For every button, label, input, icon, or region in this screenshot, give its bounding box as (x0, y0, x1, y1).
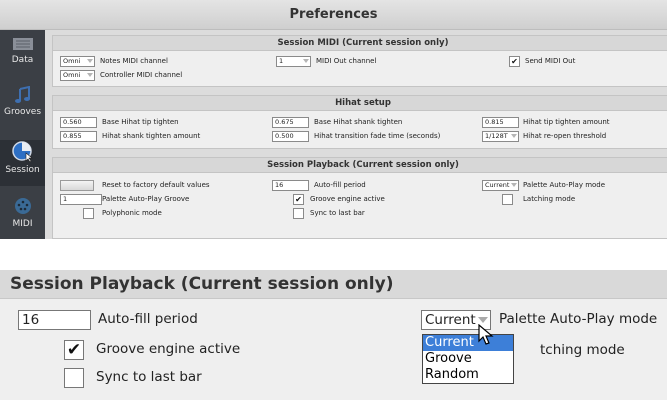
base-hihat-tip-input[interactable]: 0.560 (60, 117, 97, 128)
groove-engine-active-label: Groove engine active (310, 195, 385, 203)
zoom-auto-fill-period-label: Auto-fill period (98, 311, 198, 327)
zoom-latching-row: tching mode (540, 341, 660, 363)
select-value: 1 (279, 57, 284, 65)
auto-fill-period-label: Auto-fill period (314, 181, 366, 189)
zoom-latching-label: tching mode (540, 342, 625, 358)
zoom-autoplay-mode-row: Current Palette Auto-Play mode (421, 310, 666, 332)
notes-midi-channel-label: Notes MIDI channel (100, 57, 168, 65)
polyphonic-mode-checkbox[interactable] (83, 208, 94, 219)
zoom-sync-label: Sync to last bar (96, 369, 202, 385)
base-hihat-shank-input[interactable]: 0.675 (272, 117, 309, 128)
midi-port-icon (14, 198, 31, 214)
sidebar-item-midi[interactable]: MIDI (0, 196, 45, 239)
palette-autoplay-groove-label: Palette Auto-Play Groove (102, 195, 190, 203)
controller-midi-channel-select[interactable]: Omni (60, 70, 95, 81)
latching-mode-label: Latching mode (523, 195, 576, 203)
mouse-cursor-icon (478, 324, 494, 345)
zoom-sync-checkbox[interactable] (64, 368, 84, 388)
hihat-shank-amount-input[interactable]: 0.855 (60, 131, 97, 142)
chevron-down-icon (303, 59, 309, 63)
section-title: Session Playback (Current session only) (53, 158, 667, 173)
sidebar-item-data[interactable]: Data (0, 36, 45, 78)
dial-icon (11, 141, 33, 162)
playback-row-1: Reset to factory default values 16 Auto-… (60, 180, 667, 191)
hihat-fade-time-label: Hihat transition fade time (seconds) (314, 132, 441, 140)
sync-to-last-bar-label: Sync to last bar (310, 209, 365, 217)
dropdown-option[interactable]: Random (423, 367, 513, 383)
dropdown-option[interactable]: Groove (423, 351, 513, 367)
palette-autoplay-groove-input[interactable]: 1 (60, 194, 102, 205)
hihat-tip-amount-label: Hihat tip tighten amount (523, 118, 610, 126)
data-icon (12, 38, 33, 50)
select-value: Current (485, 181, 510, 189)
hihat-setup-section: Hihat setup 0.560 Base Hihat tip tighten… (52, 95, 667, 149)
dropdown-option[interactable]: Current (423, 335, 513, 351)
playback-row-2: 1 Palette Auto-Play Groove ✔ Groove engi… (60, 194, 667, 205)
polyphonic-mode-label: Polyphonic mode (102, 209, 162, 217)
zoom-groove-engine-checkbox[interactable]: ✔ (64, 340, 84, 360)
hihat-reopen-threshold-label: Hihat re-open threshold (523, 132, 607, 140)
base-hihat-tip-label: Base Hihat tip tighten (102, 118, 179, 126)
zoom-autofill-row: 16 Auto-fill period (18, 310, 318, 332)
hihat-row-2: 0.855 Hihat shank tighten amount 0.500 H… (60, 131, 667, 142)
window-title: Preferences (0, 0, 667, 30)
send-midi-out-checkbox[interactable]: ✔ (509, 56, 520, 67)
zoom-groove-engine-label: Groove engine active (96, 341, 241, 357)
hihat-shank-amount-label: Hihat shank tighten amount (102, 132, 201, 140)
palette-autoplay-mode-label: Palette Auto-Play mode (523, 181, 606, 189)
select-value: Omni (63, 71, 81, 79)
sidebar-item-label: Grooves (3, 107, 42, 117)
base-hihat-shank-label: Base Hihat shank tighten (314, 118, 403, 126)
sidebar-item-grooves[interactable]: Grooves (0, 86, 45, 128)
groove-engine-active-checkbox[interactable]: ✔ (293, 194, 304, 205)
section-title: Hihat setup (53, 96, 667, 111)
palette-autoplay-mode-select[interactable]: Current (482, 180, 519, 191)
section-title: Session MIDI (Current session only) (53, 36, 667, 51)
notes-midi-channel-select[interactable]: Omni (60, 56, 95, 67)
sidebar-item-label: Data (11, 55, 34, 65)
latching-mode-checkbox[interactable] (502, 194, 513, 205)
select-value: 1/128T (485, 132, 508, 140)
hihat-fade-time-input[interactable]: 0.500 (272, 131, 309, 142)
autoplay-mode-dropdown-list: Current Groove Random (422, 334, 514, 384)
select-value: Omni (63, 57, 81, 65)
session-midi-row-1: Omni Notes MIDI channel 1 MIDI Out chann… (60, 56, 667, 67)
music-note-icon (14, 86, 30, 103)
chevron-down-icon (87, 73, 93, 77)
zoom-autoplay-mode-label: Palette Auto-Play mode (499, 311, 658, 327)
sync-to-last-bar-checkbox[interactable] (293, 208, 304, 219)
zoom-auto-fill-period-input[interactable]: 16 (18, 310, 91, 330)
send-midi-out-label: Send MIDI Out (525, 57, 576, 65)
preferences-window: Preferences Data Grooves Session MIDI Se… (0, 0, 667, 239)
reset-defaults-button[interactable] (60, 180, 94, 191)
select-value: Current (425, 312, 476, 328)
chevron-down-icon (87, 59, 93, 63)
chevron-down-icon (511, 134, 517, 138)
chevron-down-icon (478, 317, 488, 323)
sidebar: Data Grooves Session MIDI (0, 30, 45, 239)
reset-defaults-label: Reset to factory default values (102, 181, 210, 189)
midi-out-channel-label: MIDI Out channel (316, 57, 377, 65)
midi-out-channel-select[interactable]: 1 (276, 56, 311, 67)
hihat-reopen-threshold-select[interactable]: 1/128T (482, 131, 519, 142)
session-midi-section: Session MIDI (Current session only) Omni… (52, 35, 667, 87)
hihat-row-1: 0.560 Base Hihat tip tighten 0.675 Base … (60, 117, 667, 128)
zoomed-session-playback: Session Playback (Current session only) … (0, 270, 667, 400)
session-playback-section: Session Playback (Current session only) … (52, 157, 667, 239)
hihat-tip-amount-input[interactable]: 0.815 (482, 117, 519, 128)
sidebar-item-label: Session (5, 165, 40, 175)
sidebar-item-session[interactable]: Session (0, 140, 45, 186)
session-midi-row-2: Omni Controller MIDI channel (60, 70, 460, 81)
sidebar-item-label: MIDI (12, 219, 33, 229)
controller-midi-channel-label: Controller MIDI channel (100, 71, 183, 79)
chevron-down-icon (511, 183, 517, 187)
playback-row-3: Polyphonic mode Sync to last bar (60, 208, 460, 219)
zoom-sync-row: Sync to last bar (64, 368, 364, 390)
zoom-groove-engine-row: ✔ Groove engine active (64, 340, 364, 362)
zoomed-section-title: Session Playback (Current session only) (0, 270, 667, 299)
auto-fill-period-input[interactable]: 16 (272, 180, 309, 191)
